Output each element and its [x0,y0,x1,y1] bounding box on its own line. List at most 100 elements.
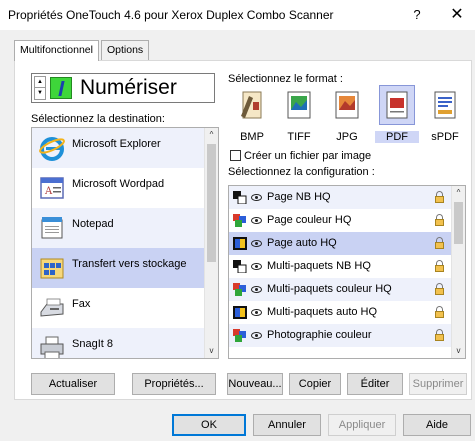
tab-options[interactable]: Options [101,40,150,60]
ok-button[interactable]: OK [172,414,246,436]
destination-item-wordpad[interactable]: A Microsoft Wordpad [32,168,206,208]
auto-page-icon [233,237,247,250]
configuration-label: Sélectionnez la configuration : [228,166,375,178]
scan-button[interactable]: ▲ ▼ Numériser [31,73,215,103]
notepad-icon [41,217,63,239]
eye-icon [251,263,262,270]
tab-panel: ▲ ▼ Numériser Sélectionnez la destinatio… [14,60,472,400]
lock-icon [435,191,444,203]
internet-explorer-icon [39,137,65,161]
format-name-tiff[interactable]: TIFF [277,131,321,143]
bmp-format-icon [241,91,262,119]
config-item-page-auto-hq[interactable]: Page auto HQ [229,232,453,255]
destination-item-label: Transfert vers stockage [72,258,187,270]
destination-item-label: Fax [72,298,91,310]
eye-icon [251,332,262,339]
edit-button[interactable]: Éditer [347,373,403,395]
scroll-up-icon[interactable]: ^ [205,128,218,142]
spinner-down-icon[interactable]: ▼ [35,88,45,99]
lock-icon [435,306,444,318]
lock-icon [435,329,444,341]
eye-icon [251,217,262,224]
format-pdf-button[interactable] [379,85,415,125]
help-button[interactable]: ? [404,4,430,26]
storage-transfer-icon [40,258,64,279]
format-name-pdf[interactable]: PDF [375,131,419,143]
help-dialog-button[interactable]: Aide [403,414,471,436]
new-button[interactable]: Nouveau... [227,373,283,395]
lock-icon [435,214,444,226]
format-bmp-button[interactable] [234,85,270,125]
eye-icon [251,194,262,201]
destination-item-storage-transfer[interactable]: Transfert vers stockage [32,248,206,288]
printer-icon [40,336,64,358]
config-item-page-couleur-hq[interactable]: Page couleur HQ [229,209,453,232]
scrollbar-thumb[interactable] [207,144,216,262]
scroll-down-icon[interactable]: v [452,344,465,358]
jpg-format-icon [335,91,359,119]
apply-button[interactable]: Appliquer [328,414,396,436]
scrollbar-thumb[interactable] [454,202,463,244]
window-title: Propriétés OneTouch 4.6 pour Xerox Duple… [8,8,334,22]
scan-button-label: Numériser [80,76,177,99]
color-page-icon [233,329,246,342]
configuration-scrollbar[interactable]: ^ v [451,186,465,358]
fax-icon [40,298,64,317]
refresh-button[interactable]: Actualiser [31,373,115,395]
create-file-per-image-option[interactable]: Créer un fichier par image [230,150,371,162]
eye-icon [251,286,262,293]
close-button[interactable]: ✕ [444,4,470,26]
format-jpg-button[interactable] [329,85,365,125]
format-names: BMP TIFF JPG PDF sPDF [228,131,468,145]
spinner-up-icon[interactable]: ▲ [35,77,45,88]
bw-page-icon [233,260,247,273]
destination-item-label: Notepad [72,218,114,230]
create-file-per-image-checkbox[interactable] [230,150,241,161]
lock-icon [435,237,444,249]
configuration-list: Page NB HQ Page couleur HQ Page auto HQ … [228,185,466,359]
destination-list: Microsoft Explorer A Microsoft Wordpad N… [31,127,219,359]
config-item-page-nb-hq[interactable]: Page NB HQ [229,186,453,209]
spdf-format-icon [434,91,456,119]
scroll-down-icon[interactable]: v [205,344,218,358]
delete-button[interactable]: Supprimer [409,373,467,395]
config-item-label: Multi-paquets NB HQ [267,260,371,272]
lock-icon [435,283,444,295]
destination-item-fax[interactable]: Fax [32,288,206,328]
auto-page-icon [233,306,247,319]
destination-item-snagit[interactable]: SnagIt 8 [32,328,206,358]
format-name-jpg[interactable]: JPG [325,131,369,143]
config-item-multi-paquets-couleur-hq[interactable]: Multi-paquets couleur HQ [229,278,453,301]
destination-item-label: Microsoft Wordpad [72,178,165,190]
config-item-label: Multi-paquets auto HQ [267,306,378,318]
tab-multifonctionnel[interactable]: Multifonctionnel [14,40,99,61]
config-item-label: Page NB HQ [267,191,331,203]
properties-button[interactable]: Propriétés... [132,373,216,395]
config-item-label: Multi-paquets couleur HQ [267,283,392,295]
format-name-bmp[interactable]: BMP [230,131,274,143]
title-bar: Propriétés OneTouch 4.6 pour Xerox Duple… [0,0,475,30]
svg-text:A: A [44,186,53,197]
destination-label: Sélectionnez la destination: [31,113,165,125]
eye-icon [251,309,262,316]
destination-item-label: SnagIt 8 [72,338,113,350]
config-item-label: Photographie couleur [267,329,372,341]
scan-spinner[interactable]: ▲ ▼ [34,76,46,100]
format-label: Sélectionnez le format : [228,73,343,85]
config-item-multi-paquets-auto-hq[interactable]: Multi-paquets auto HQ [229,301,453,324]
create-file-per-image-label: Créer un fichier par image [244,150,372,162]
format-spdf-button[interactable] [427,85,463,125]
config-item-multi-paquets-nb-hq[interactable]: Multi-paquets NB HQ [229,255,453,278]
config-item-photographie-couleur[interactable]: Photographie couleur [229,324,453,347]
destination-item-label: Microsoft Explorer [72,138,161,150]
scroll-up-icon[interactable]: ^ [452,186,465,200]
copy-button[interactable]: Copier [289,373,341,395]
destination-scrollbar[interactable]: ^ v [204,128,218,358]
destination-item-explorer[interactable]: Microsoft Explorer [32,128,206,168]
format-name-spdf[interactable]: sPDF [423,131,467,143]
destination-item-notepad[interactable]: Notepad [32,208,206,248]
format-tiff-button[interactable] [281,85,317,125]
format-icon-row [228,85,466,127]
cancel-button[interactable]: Annuler [253,414,321,436]
eye-icon [251,240,262,247]
